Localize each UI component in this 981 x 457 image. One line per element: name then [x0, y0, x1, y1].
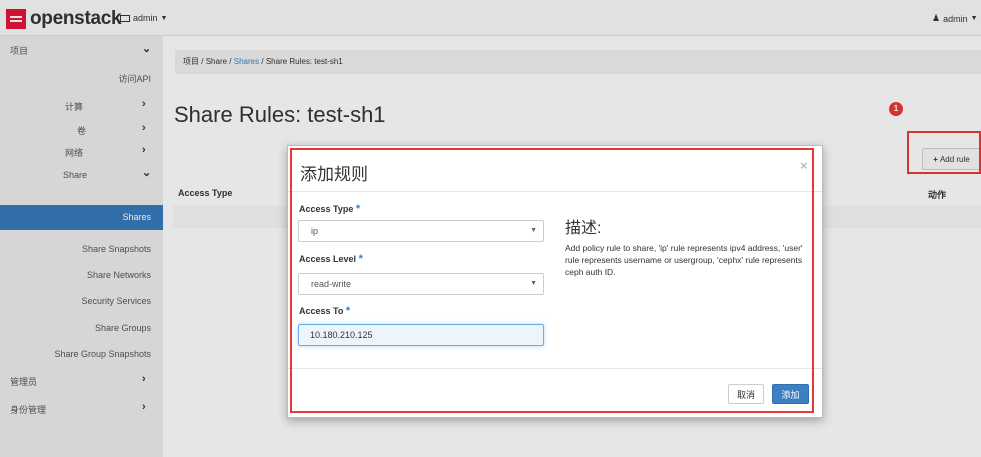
select-arrow-icon: ▼: [530, 280, 537, 287]
description-title: 描述:: [565, 220, 602, 237]
access-type-value: ip: [311, 226, 319, 236]
modal-title: 添加规则: [300, 165, 368, 184]
required-asterisk: *: [355, 203, 361, 215]
required-asterisk: *: [345, 305, 351, 317]
select-arrow-icon: ▼: [530, 227, 537, 234]
add-rule-dialog: 添加规则 × Access Type * ip ▼ Access Level *…: [287, 145, 823, 418]
access-type-select[interactable]: ip ▼: [298, 220, 544, 242]
modal-footer: 取消 添加: [288, 368, 822, 418]
access-type-label: Access Type *: [299, 203, 360, 215]
add-button[interactable]: 添加: [772, 384, 809, 404]
access-type-label-text: Access Type: [299, 204, 354, 214]
description-text: Add policy rule to share, 'ip' rule repr…: [565, 243, 803, 277]
cancel-button[interactable]: 取消: [728, 384, 764, 404]
access-to-input[interactable]: 10.180.210.125: [298, 324, 544, 346]
modal-header: 添加规则 ×: [288, 146, 822, 192]
access-level-value: read-write: [311, 279, 352, 289]
access-to-label-text: Access To: [299, 306, 344, 316]
close-icon[interactable]: ×: [800, 158, 808, 173]
access-level-select[interactable]: read-write ▼: [298, 273, 544, 295]
access-to-label: Access To *: [299, 305, 350, 317]
access-level-label: Access Level *: [299, 253, 363, 265]
access-level-label-text: Access Level: [299, 254, 357, 264]
required-asterisk: *: [358, 253, 363, 265]
